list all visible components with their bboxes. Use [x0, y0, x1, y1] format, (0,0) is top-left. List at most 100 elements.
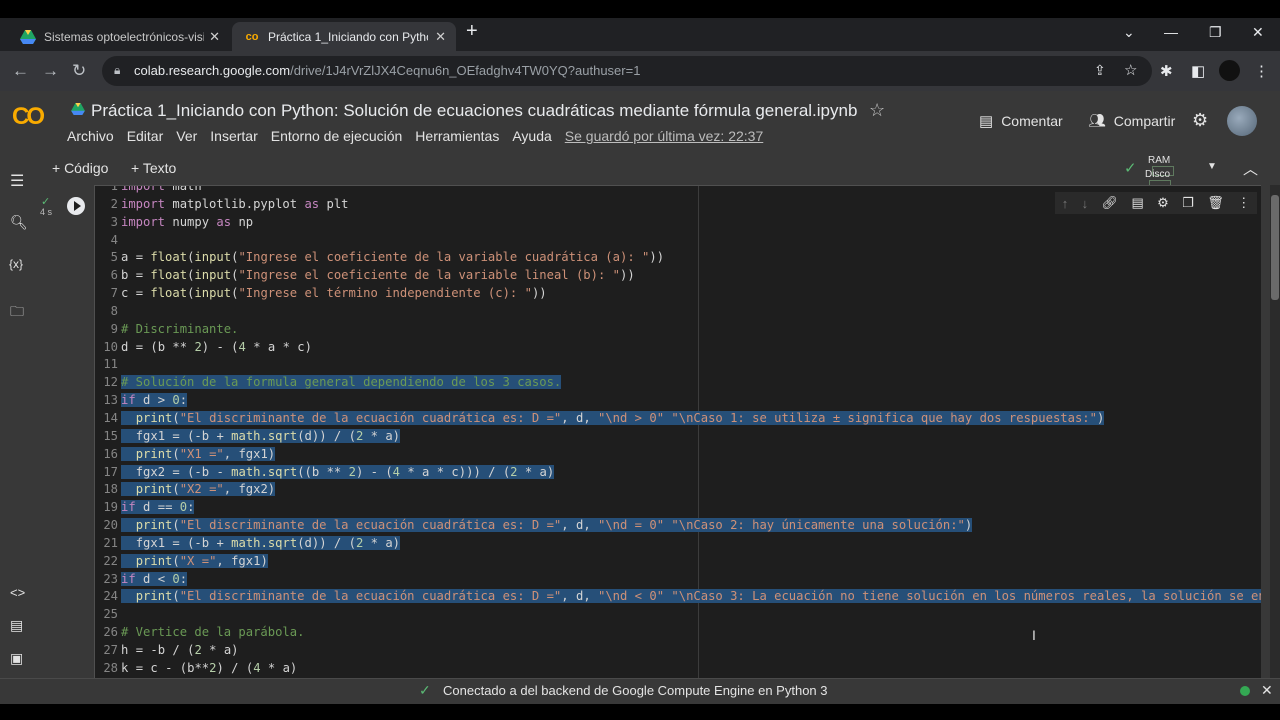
code-editor[interactable]: 1 import math 2 import matplotlib.pyplot as… — [94, 185, 1261, 680]
move-down-icon[interactable]: ↓ — [1082, 196, 1089, 211]
code-line: 12 # Solución de la formula general depen… — [95, 374, 1261, 392]
menu-insertar[interactable]: Insertar — [210, 128, 257, 144]
extensions-icon[interactable]: ✱ — [1160, 62, 1173, 80]
command-palette-icon[interactable]: ▤ — [10, 617, 23, 634]
line-number: 16 — [103, 446, 118, 461]
code-text: # Discriminante. — [121, 321, 239, 336]
share-button[interactable]: 👥︎ Compartir — [1088, 112, 1175, 129]
line-number: 19 — [103, 500, 118, 515]
code-line: 10 d = (b ** 2) - (4 * a * c) — [95, 339, 1261, 357]
add-code-button[interactable]: + Código — [52, 160, 108, 176]
line-number: 2 — [110, 196, 118, 211]
reload-icon[interactable]: ↻ — [72, 61, 86, 81]
line-number: 17 — [103, 464, 118, 479]
comment-cell-icon[interactable]: ▤ — [1131, 195, 1143, 211]
restore-button[interactable]: ❐ — [1209, 24, 1222, 41]
back-arrow-icon[interactable]: ← — [12, 61, 29, 81]
profile-icon[interactable] — [1219, 60, 1240, 81]
code-text: # Solución de la formula general dependi… — [121, 375, 562, 390]
browser-tab-colab[interactable]: co Práctica 1_Iniciando con Python ✕ — [232, 22, 456, 51]
code-text: print("El discriminante de la ecuación c… — [121, 518, 973, 533]
terminal-icon[interactable]: ▣ — [10, 650, 23, 667]
code-line: 28 k = c - (b**2) / (4 * a) — [95, 660, 1261, 678]
menu-bar: Archivo Editar Ver Insertar Entorno de e… — [67, 128, 776, 144]
scrollbar-thumb[interactable] — [1271, 195, 1279, 300]
code-line: 8 — [95, 303, 1261, 321]
search-icon[interactable]: 🔍︎ — [10, 214, 28, 231]
run-cell-button[interactable] — [67, 197, 85, 215]
comment-button[interactable]: ▤ Comentar — [979, 112, 1063, 130]
menu-editar[interactable]: Editar — [127, 128, 164, 144]
delete-cell-icon[interactable]: 🗑︎ — [1207, 195, 1224, 211]
link-icon[interactable]: 🔗︎ — [1102, 195, 1119, 211]
mirror-cell-icon[interactable]: ❐ — [1182, 195, 1194, 211]
colab-logo[interactable]: CO — [12, 103, 45, 131]
share-page-icon[interactable]: ⇪ — [1094, 62, 1106, 79]
menu-entorno[interactable]: Entorno de ejecución — [271, 128, 403, 144]
code-text: print("X =", fgx1) — [121, 553, 268, 568]
share-label: Compartir — [1113, 112, 1176, 129]
code-text: fgx2 = (-b - math.sqrt((b ** 2) - (4 * a… — [121, 464, 555, 479]
code-line: 14 print("El discriminante de la ecuació… — [95, 410, 1261, 428]
code-text: if d == 0: — [121, 500, 195, 515]
menu-herramientas[interactable]: Herramientas — [415, 128, 499, 144]
cell-settings-icon[interactable]: ⚙ — [1157, 195, 1169, 211]
code-text: print("X2 =", fgx2) — [121, 482, 276, 497]
tab-title: Sistemas optoelectrónicos-visión — [44, 29, 204, 44]
forward-arrow-icon[interactable]: → — [42, 61, 59, 81]
menu-ver[interactable]: Ver — [176, 128, 197, 144]
code-text: a = float(input("Ingrese el coeficiente … — [121, 250, 665, 265]
star-icon[interactable]: ☆ — [869, 100, 885, 121]
code-text: k = c - (b**2) / (4 * a) — [121, 660, 298, 675]
lock-icon: 🔒︎ — [114, 63, 121, 77]
saved-status-link[interactable]: Se guardó por última vez: 22:37 — [565, 128, 763, 144]
settings-gear-icon[interactable]: ⚙ — [1192, 110, 1208, 131]
move-up-icon[interactable]: ↑ — [1062, 196, 1069, 211]
tab-search-chevron-icon[interactable]: ⌄ — [1123, 24, 1135, 41]
menu-ayuda[interactable]: Ayuda — [512, 128, 551, 144]
table-of-contents-icon[interactable]: ☰ — [10, 171, 24, 191]
code-line: 19 if d == 0: — [95, 499, 1261, 517]
line-number: 15 — [103, 428, 118, 443]
more-options-icon[interactable]: ⋮ — [1237, 195, 1250, 211]
code-line: 22 print("X =", fgx1) — [95, 553, 1261, 571]
code-snippets-icon[interactable]: <> — [10, 585, 25, 600]
google-drive-icon[interactable] — [71, 102, 85, 115]
vertical-scrollbar[interactable] — [1270, 185, 1280, 678]
line-number: 6 — [110, 268, 118, 283]
code-line: 26 # Vertice de la parábola. — [95, 624, 1261, 642]
side-panel-icon[interactable]: ◧ — [1191, 62, 1205, 80]
menu-archivo[interactable]: Archivo — [67, 128, 114, 144]
browser-menu-icon[interactable]: ⋮ — [1254, 62, 1269, 80]
variables-icon[interactable]: {x} — [9, 257, 23, 271]
line-number: 25 — [103, 607, 118, 622]
browser-tab-drive[interactable]: Sistemas optoelectrónicos-visión ✕ — [8, 22, 230, 51]
comment-icon: ▤ — [979, 113, 994, 130]
bookmark-star-icon[interactable]: ☆ — [1124, 61, 1137, 79]
avatar[interactable] — [1227, 106, 1257, 136]
runtime-dropdown-icon[interactable]: ▼ — [1207, 161, 1217, 172]
address-bar[interactable]: 🔒︎ colab.research.google.com/drive/1J4rV… — [102, 56, 1152, 86]
connection-status-dot — [1240, 686, 1250, 696]
text-cursor-icon: I — [1032, 627, 1036, 643]
collapse-header-icon[interactable]: ︿ — [1243, 158, 1258, 179]
close-window-button[interactable]: ✕ — [1252, 24, 1264, 41]
code-line: 13 if d > 0: — [95, 392, 1261, 410]
folder-icon[interactable]: 🗀 — [10, 301, 24, 325]
close-status-icon[interactable]: ✕ — [1261, 682, 1273, 699]
tab-title: Práctica 1_Iniciando con Python — [268, 29, 428, 44]
minimize-button[interactable]: — — [1164, 24, 1178, 40]
add-text-button[interactable]: + Texto — [131, 160, 176, 176]
code-text: d = (b ** 2) - (4 * a * c) — [121, 339, 312, 354]
close-tab-icon[interactable]: ✕ — [435, 29, 446, 45]
command-bar: + Código + Texto ✓ RAM Disco ▼ ︿ — [37, 151, 1270, 191]
line-number: 12 — [103, 375, 118, 390]
code-line: 24 print("El discriminante de la ecuació… — [95, 588, 1261, 606]
new-tab-button[interactable]: + — [466, 20, 478, 43]
code-line: 21 fgx1 = (-b + math.sqrt(d)) / (2 * a) — [95, 535, 1261, 553]
code-line: 7c = float(input("Ingrese el término ind… — [95, 285, 1261, 303]
code-line: 17 fgx2 = (-b - math.sqrt((b ** 2) - (4 … — [95, 464, 1261, 482]
close-tab-icon[interactable]: ✕ — [209, 29, 220, 45]
notebook-title[interactable]: Práctica 1_Iniciando con Python: Solució… — [91, 101, 857, 121]
line-number: 18 — [103, 482, 118, 497]
